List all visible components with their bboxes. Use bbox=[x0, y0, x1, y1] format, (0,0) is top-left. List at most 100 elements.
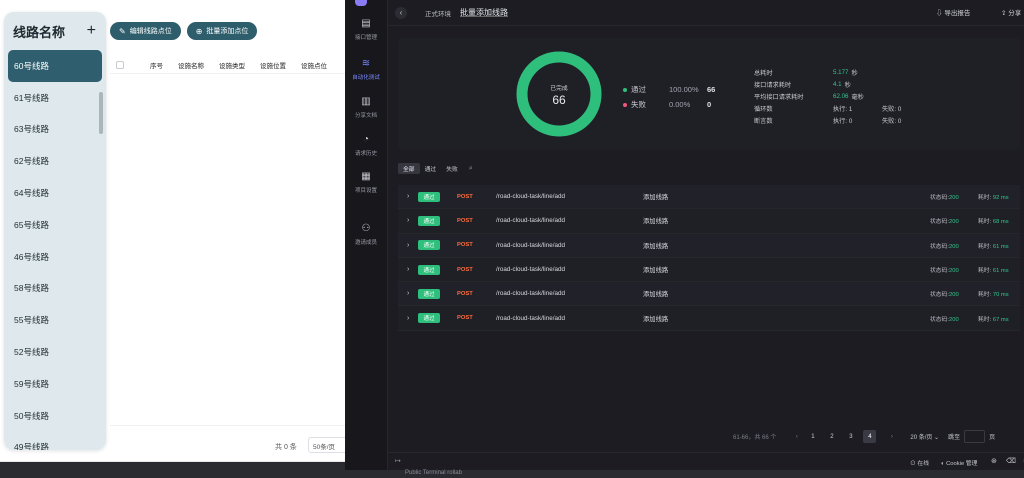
request-row[interactable]: › 通过 POST/road-cloud-task/line/add 添加线路 状态码:… bbox=[398, 185, 1020, 210]
route-list: 60号线路 61号线路 63号线路 62号线路 64号线路 65号线路 46号线路 58号线路… bbox=[4, 50, 106, 450]
stat-fail: 失败: 0 bbox=[882, 105, 902, 113]
column-header: 设施类型 bbox=[219, 62, 245, 70]
page-number[interactable]: 1 bbox=[806, 430, 819, 443]
http-method: POST bbox=[457, 290, 473, 297]
filter-tab-pass[interactable]: 通过 bbox=[420, 163, 442, 174]
environment-label[interactable]: 正式环境 bbox=[425, 8, 451, 18]
nav-label: 自动化测试 bbox=[352, 75, 380, 81]
nav-automation-test[interactable]: ≋ 自动化测试 bbox=[345, 58, 387, 81]
duration: 耗时: 92 ms bbox=[978, 192, 1009, 201]
export-report-button[interactable]: ⇩ 导出报告 bbox=[936, 7, 970, 17]
request-name: 添加线路 bbox=[643, 291, 669, 299]
taskbar-strip bbox=[0, 462, 345, 478]
nav-invite-members[interactable]: ⚇ 邀请成员 bbox=[345, 223, 387, 246]
next-page-icon[interactable]: › bbox=[882, 434, 901, 440]
nav-request-history[interactable]: ◔ 请求历史 bbox=[345, 134, 387, 157]
background-window-text: Public Terminal rollab bbox=[405, 470, 462, 476]
route-item[interactable]: 62号线路 bbox=[4, 145, 106, 177]
duration-label: 耗时: bbox=[978, 268, 992, 275]
request-row[interactable]: › 通过 POST/road-cloud-task/line/add 添加线路 状态码:… bbox=[398, 282, 1020, 307]
page-number[interactable]: 3 bbox=[844, 430, 857, 443]
route-item[interactable]: 63号线路 bbox=[4, 114, 106, 146]
nav-project-settings[interactable]: ▦ 项目设置 bbox=[345, 171, 387, 194]
route-item[interactable]: 59号线路 bbox=[4, 368, 106, 400]
stat-label: 平均接口请求耗时 bbox=[754, 93, 804, 101]
pass-badge: 通过 bbox=[418, 264, 440, 275]
expand-sidebar-icon[interactable]: ↦ bbox=[395, 457, 401, 465]
share-doc-icon: ▥ bbox=[361, 96, 371, 107]
status-code: 状态码:200 bbox=[930, 241, 959, 250]
route-item[interactable]: 58号线路 bbox=[4, 273, 106, 305]
filter-tab-fail[interactable]: 失败 bbox=[441, 163, 463, 174]
cookie-manager-button[interactable]: ◐ Cookie 管理 bbox=[941, 458, 977, 467]
route-item[interactable]: 64号线路 bbox=[4, 177, 106, 209]
pass-badge: 通过 bbox=[418, 313, 440, 324]
filter-tab-all[interactable]: 全部 bbox=[398, 163, 420, 174]
select-all-checkbox[interactable] bbox=[116, 60, 124, 69]
status-code: 状态码:200 bbox=[930, 289, 959, 298]
share-button[interactable]: ⇪ 分享 bbox=[1001, 7, 1021, 17]
pass-badge: 通过 bbox=[418, 288, 440, 299]
stat-label: 循环数 bbox=[754, 105, 773, 113]
http-method: POST bbox=[457, 266, 473, 273]
route-item[interactable]: 49号线路 bbox=[4, 432, 106, 450]
chevron-right-icon[interactable]: › bbox=[407, 315, 417, 322]
chevron-right-icon[interactable]: › bbox=[407, 290, 417, 297]
nav-label: 请求历史 bbox=[354, 151, 377, 157]
http-method: POST bbox=[457, 242, 473, 249]
route-item[interactable]: 60号线路 bbox=[8, 50, 102, 82]
back-button[interactable]: ‹ bbox=[395, 6, 407, 19]
stat-api-time: 接口请求耗时 4.1 秒 bbox=[754, 78, 901, 90]
route-item[interactable]: 52号线路 bbox=[4, 336, 106, 368]
trash-icon[interactable]: ⌫ bbox=[1006, 457, 1016, 465]
route-list-scrollbar[interactable] bbox=[99, 92, 103, 134]
side-nav: ▤ 接口管理 ≋ 自动化测试 ▥ 分享文档 ◔ 请求历史 ▦ 项目设置 ⚇ 邀请… bbox=[345, 0, 387, 470]
stat-unit: 秒 bbox=[851, 69, 858, 77]
request-path: /road-cloud-task/line/add bbox=[496, 241, 565, 249]
request-row[interactable]: › 通过 POST/road-cloud-task/line/add 添加线路 状态码:… bbox=[398, 257, 1020, 283]
result-filter-bar: 全部 通过 失败 ⌕ bbox=[398, 163, 473, 174]
page-suffix: 页 bbox=[989, 435, 996, 441]
help-icon[interactable]: ⊛ bbox=[991, 457, 997, 465]
timing-stats: 总耗时 5.177 秒 接口请求耗时 4.1 秒 平均接口请求耗时 62.06 … bbox=[754, 66, 901, 126]
route-item[interactable]: 46号线路 bbox=[4, 241, 106, 273]
result-summary: 已完成 66 通过 100.00% 66 失败 0.00% 0 总耗时 5.17… bbox=[398, 38, 1020, 150]
page-size-value: 20 条/页 bbox=[910, 435, 933, 441]
request-path: /road-cloud-task/line/add bbox=[496, 217, 565, 225]
add-route-button[interactable]: + bbox=[87, 23, 96, 39]
column-header: 设施名称 bbox=[178, 62, 204, 70]
edit-route-points-button[interactable]: ✎ 编辑线路点位 bbox=[110, 22, 181, 40]
prev-page-icon[interactable]: ‹ bbox=[787, 434, 806, 440]
request-row[interactable]: › 通过 POST/road-cloud-task/line/add 添加线路 状态码:… bbox=[398, 209, 1020, 234]
nav-share-doc[interactable]: ▥ 分享文档 bbox=[345, 96, 387, 119]
chevron-right-icon[interactable]: › bbox=[407, 193, 417, 200]
route-item[interactable]: 55号线路 bbox=[4, 304, 106, 336]
request-row[interactable]: › 通过 POST/road-cloud-task/line/add 添加线路 状态码:… bbox=[398, 233, 1020, 258]
nav-api-management[interactable]: ▤ 接口管理 bbox=[345, 18, 387, 41]
status-code-value: 200 bbox=[949, 316, 959, 323]
report-title[interactable]: 批量添加线路 bbox=[460, 7, 508, 18]
chevron-right-icon[interactable]: › bbox=[407, 217, 417, 224]
request-row[interactable]: › 通过 POST/road-cloud-task/line/add 添加线路 状态码:… bbox=[398, 306, 1020, 331]
route-item[interactable]: 50号线路 bbox=[4, 400, 106, 432]
screen: 线路名称 + 60号线路 61号线路 63号线路 62号线路 64号线路 65号线路 46号… bbox=[0, 0, 1024, 478]
search-icon[interactable]: ⌕ bbox=[469, 165, 473, 173]
batch-add-points-button[interactable]: ⊕ 批量添加点位 bbox=[186, 22, 258, 40]
result-legend: 通过 100.00% 66 失败 0.00% 0 bbox=[623, 82, 715, 112]
completed-label: 已完成 bbox=[550, 86, 568, 92]
online-status[interactable]: ⊙ 在线 bbox=[910, 458, 929, 467]
status-code: 状态码:200 bbox=[930, 216, 959, 225]
stat-total-time: 总耗时 5.177 秒 bbox=[754, 66, 901, 78]
page-size-select[interactable]: 20 条/页 ⌄ bbox=[910, 432, 939, 441]
route-item[interactable]: 65号线路 bbox=[4, 209, 106, 241]
pass-badge: 通过 bbox=[418, 191, 440, 202]
stat-label: 总耗时 bbox=[754, 69, 773, 77]
page-numbers: 1234 bbox=[806, 430, 882, 443]
route-item[interactable]: 61号线路 bbox=[4, 82, 106, 114]
page-number[interactable]: 4 bbox=[863, 430, 877, 443]
page-number[interactable]: 2 bbox=[825, 430, 838, 443]
page-size-select[interactable]: 50条/页 bbox=[308, 437, 345, 453]
chevron-right-icon[interactable]: › bbox=[407, 242, 417, 249]
chevron-right-icon[interactable]: › bbox=[407, 266, 417, 273]
jump-page-input[interactable] bbox=[964, 430, 986, 443]
